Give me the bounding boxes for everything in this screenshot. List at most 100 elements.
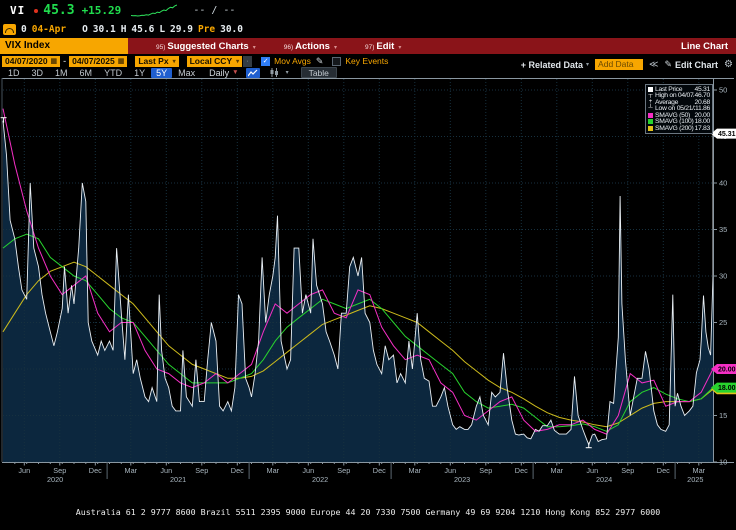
x-month-label: Dec: [657, 466, 670, 475]
range-button-1y[interactable]: 1Y: [128, 68, 151, 78]
menu-item-suggested-charts[interactable]: 95) Suggested Charts ▾: [156, 41, 256, 52]
legend-high-marker: ┬: [648, 93, 653, 98]
chart-data-controls: + Related Data ▾ Add Data ≪ ✎ Edit Chart…: [521, 58, 733, 71]
bid-ask-placeholder: -- / --: [193, 5, 235, 16]
range-button-6m[interactable]: 6M: [74, 68, 99, 78]
last-price: 45.3: [43, 3, 74, 18]
line-chart-icon: [248, 69, 258, 77]
legend-swatch: [648, 119, 653, 124]
range-button-ytd[interactable]: YTD: [98, 68, 128, 78]
chevron-down-icon: ▾: [236, 58, 239, 65]
range-button-3d[interactable]: 3D: [26, 68, 50, 78]
range-button-1m[interactable]: 1M: [49, 68, 74, 78]
chevron-down-icon: ▾: [586, 61, 589, 68]
x-month-label: Mar: [551, 466, 564, 475]
y-tick-label: 15: [719, 411, 727, 420]
chart-settings-toolbar: 04/07/2020 ▦ - 04/07/2025 ▦ Last Px ▾ Lo…: [2, 55, 472, 67]
x-month-label: Dec: [515, 466, 528, 475]
x-year-label: 2022: [312, 475, 328, 484]
price-change: +15.29: [82, 4, 122, 17]
currency-dropdown[interactable]: Local CCY ▾: [187, 56, 243, 67]
menu-shortcut-number: 96): [284, 44, 293, 51]
legend-swatch: [648, 126, 653, 131]
legend-label: SMAVG (200): [655, 125, 694, 132]
date-to-input[interactable]: 04/07/2025 ▦: [69, 56, 127, 67]
quote-status: 0: [21, 24, 27, 35]
menu-shortcut-number: 97): [365, 44, 374, 51]
axis-badge-value: 18.00: [718, 385, 736, 392]
legend-avg-marker: +: [648, 100, 653, 105]
menu-item-edit[interactable]: 97) Edit ▾: [365, 41, 401, 52]
candle-chart-type-button[interactable]: [267, 68, 281, 78]
axis-badge-value: 45.31: [718, 131, 736, 138]
y-tick-label: 35: [719, 225, 727, 234]
chart-legend[interactable]: Last Price45.31┬High on 04/07/2046.70+Av…: [645, 84, 713, 134]
gauge-icon: [3, 24, 16, 35]
date-range-separator: -: [63, 56, 66, 66]
y-tick-label: 40: [719, 179, 727, 188]
x-month-label: Mar: [409, 466, 422, 475]
x-year-label: 2024: [596, 475, 612, 484]
range-button-max[interactable]: Max: [172, 68, 201, 78]
price-source-dropdown[interactable]: Last Px ▾: [135, 56, 178, 67]
x-month-label: Jun: [160, 466, 172, 475]
related-data-dropdown[interactable]: + Related Data: [521, 60, 583, 70]
x-month-label: Sep: [195, 466, 208, 475]
legend-value: 17.83: [694, 125, 710, 132]
x-month-label: Jun: [302, 466, 314, 475]
ticker-symbol: VI: [10, 4, 25, 17]
table-button[interactable]: Table: [301, 67, 337, 78]
x-month-label: Sep: [53, 466, 66, 475]
low-label: L: [159, 24, 165, 35]
high-value: 45.6: [131, 24, 154, 35]
gear-icon[interactable]: ⚙: [724, 59, 733, 70]
range-button-1d[interactable]: 1D: [2, 68, 26, 78]
footer-contact-line1: Australia 61 2 9777 8600 Brazil 5511 239…: [0, 507, 736, 517]
x-month-label: Sep: [479, 466, 492, 475]
x-month-label: Jun: [444, 466, 456, 475]
chevron-down-icon: ▾: [253, 44, 256, 51]
y-tick-label: 50: [719, 86, 727, 95]
mov-avgs-label: Mov Avgs: [274, 56, 311, 66]
mov-avgs-checkbox[interactable]: ✓: [261, 57, 270, 66]
chevron-down-icon: ▾: [334, 44, 337, 51]
y-tick-label: 10: [719, 458, 727, 467]
price-chart-plot[interactable]: 101520253035404550JunSepDecMarJunSepDecM…: [0, 78, 736, 486]
currency-options-button[interactable]: ·: [243, 56, 252, 67]
menu-shortcut-number: 95): [156, 44, 165, 51]
add-data-input[interactable]: Add Data: [595, 59, 643, 70]
edit-mov-avgs-pencil-icon[interactable]: ✎: [316, 56, 324, 67]
ticker-header-row: VI 45.3 +15.29 -- / --: [0, 0, 736, 21]
intraday-sparkline: [131, 4, 177, 17]
x-month-label: Sep: [621, 466, 634, 475]
legend-swatch: [648, 113, 653, 118]
range-button-5y[interactable]: 5Y: [151, 68, 172, 78]
calendar-icon: ▦: [118, 57, 125, 65]
chevron-down-icon[interactable]: ▾: [286, 69, 289, 76]
range-buttons: 1D3D1M6MYTD1Y5YMax: [2, 68, 201, 78]
bloomberg-terminal-screen: VI 45.3 +15.29 -- / -- 0 04-Apr O 30.1 H…: [0, 0, 736, 530]
open-label: O: [82, 24, 88, 35]
x-month-label: Sep: [337, 466, 350, 475]
edit-chart-button[interactable]: Edit Chart: [675, 60, 718, 70]
key-events-checkbox[interactable]: [332, 57, 341, 66]
menu-item-actions[interactable]: 96) Actions ▾: [284, 41, 337, 52]
prev-value: 30.0: [220, 24, 243, 35]
chevron-down-icon: ▾: [173, 58, 176, 65]
x-year-label: 2021: [170, 475, 186, 484]
terminal-footer: Australia 61 2 9777 8600 Brazil 5511 239…: [0, 487, 736, 530]
x-month-label: Mar: [267, 466, 280, 475]
x-month-label: Dec: [89, 466, 102, 475]
security-field[interactable]: VIX Index: [0, 38, 128, 54]
line-chart-type-button[interactable]: [246, 68, 260, 78]
candlestick-icon: [269, 68, 279, 77]
last-price-area-fill: [3, 121, 713, 462]
date-from-input[interactable]: 04/07/2020 ▦: [2, 56, 60, 67]
legend-swatch: [648, 87, 653, 92]
calendar-icon: ▦: [51, 57, 58, 65]
low-value: 29.9: [170, 24, 193, 35]
pencil-icon: ✎: [664, 59, 672, 70]
collapse-icon[interactable]: ≪: [649, 59, 658, 70]
period-dropdown[interactable]: Daily: [209, 68, 229, 78]
x-month-label: Dec: [373, 466, 386, 475]
